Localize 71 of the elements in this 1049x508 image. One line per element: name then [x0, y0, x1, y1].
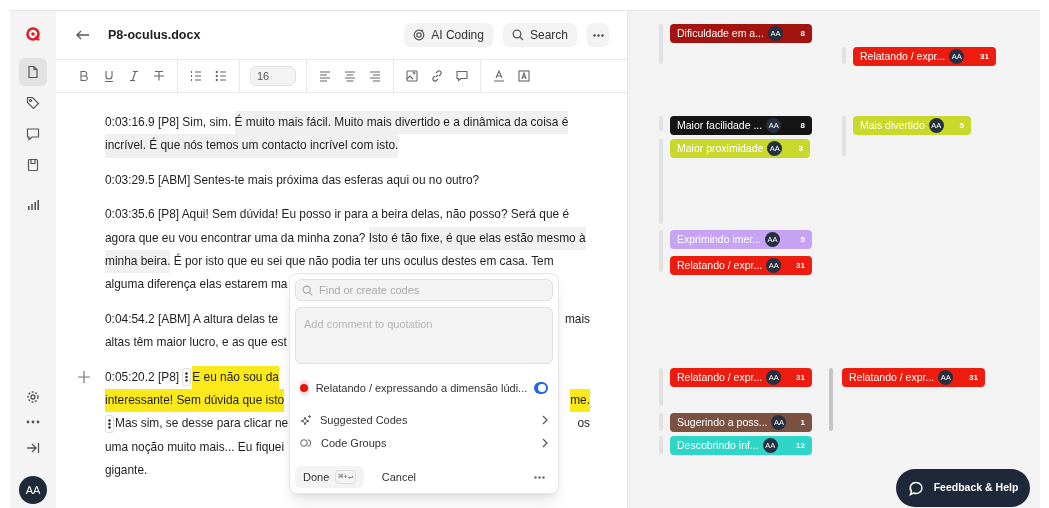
document-icon: [26, 65, 40, 79]
bold-icon[interactable]: [78, 70, 90, 82]
transcript-text: altas têm maior lucro, e as que est: [105, 334, 287, 352]
code-label: Relatando / expressando a dimensão lúdi...: [315, 380, 528, 396]
menu-item[interactable]: Code Groups: [295, 434, 553, 452]
bar-chart-icon: [26, 198, 40, 212]
menu-item[interactable]: Suggested Codes: [295, 411, 553, 429]
transcript-text: É por isto que eu sei que não podia ter uns oculus destes em casa. Tem: [172, 252, 554, 270]
transcript-text: É muito mais fácil. Muito mais divertido e a dinâmica da coisa é: [234, 111, 569, 135]
transcript-text: interessante! Sem dúvida que isto: [105, 388, 285, 413]
transcript-text: E eu não sou da: [192, 365, 279, 389]
transcript-text: 0:03:16.9 [P8] Sim, sim.: [105, 114, 233, 131]
link-icon[interactable]: [431, 70, 443, 82]
transcript-text: gigante.: [105, 462, 148, 480]
sparkle-icon: [300, 414, 312, 426]
transcript-text: 0:04:54.2 [ABM] A altura delas te: [105, 310, 279, 328]
transcript-text: alguma diferença elas estarem ma: [105, 276, 288, 294]
search-icon: [511, 29, 524, 41]
settings-icon[interactable]: [26, 390, 40, 404]
transcript-text: os: [577, 415, 590, 433]
transcript-text: 0:03:29.5 [ABM] Sentes-te mais próxima das esferas aqui ou no outro?: [105, 171, 480, 189]
image-icon[interactable]: [406, 70, 418, 82]
text-color-icon[interactable]: [493, 70, 505, 82]
chevron-right-icon: [542, 438, 548, 448]
more-button[interactable]: [587, 23, 609, 47]
transcript-text: Isto é tão fixe, é que elas estão mesmo à: [368, 226, 586, 250]
transcript-text: me.: [570, 388, 590, 413]
chat-bubble-icon: [907, 480, 924, 496]
tag-icon: [26, 96, 40, 110]
add-icon[interactable]: [78, 370, 90, 383]
drag-handle[interactable]: [105, 415, 114, 433]
user-avatar[interactable]: AA: [19, 476, 47, 504]
comment-field[interactable]: Add comment to quotation: [295, 307, 553, 364]
toolbar-button[interactable]: AI Coding: [404, 23, 493, 47]
underline-icon[interactable]: [103, 70, 115, 82]
logo-icon[interactable]: [25, 26, 41, 42]
comment-icon[interactable]: [456, 70, 468, 82]
transcript-text: agora que eu vou encontrar uma da minha zona?: [105, 229, 367, 247]
search-icon: [302, 284, 313, 296]
transcript-text: 0:05:20.2 [P8]: [105, 368, 181, 386]
document-title: P8-oculus.docx: [108, 26, 201, 44]
transcript-text: uma noção muito mais... Eu fiquei: [105, 438, 285, 456]
code-groups-icon: [300, 438, 313, 448]
code-toggle[interactable]: [534, 382, 548, 394]
code-search-field[interactable]: Find or create codes: [295, 279, 553, 301]
transcript-text: 0:03:35.6 [P8] Aqui! Sem dúvida! Eu posso ir para a beira delas, não posso? Será que é: [105, 206, 570, 224]
cancel-button[interactable]: Cancel: [371, 468, 426, 486]
transcript-text: minha beira.: [105, 249, 171, 274]
numbered-list-icon[interactable]: [190, 70, 202, 82]
text-highlight-icon[interactable]: [518, 70, 530, 82]
done-button[interactable]: Done ⌘+↵: [295, 466, 364, 488]
transcript-text: incrível. É que nós temos um contacto incrível com isto.: [105, 134, 399, 158]
ai-coding-icon: [413, 29, 426, 41]
bulleted-list-icon[interactable]: [215, 70, 227, 82]
comment-icon: [26, 127, 40, 141]
transcript-text: mais: [564, 310, 590, 328]
chevron-right-icon: [542, 415, 548, 425]
strikethrough-icon[interactable]: [153, 70, 165, 82]
memo-icon: [26, 158, 40, 172]
more-icon[interactable]: [534, 475, 545, 479]
collapse-icon[interactable]: [26, 442, 40, 454]
toolbar-button[interactable]: Search: [502, 23, 577, 47]
italic-icon[interactable]: [128, 70, 140, 82]
more-icon: [592, 33, 604, 37]
sidebar-nav-item[interactable]: [19, 58, 47, 86]
transcript-text: Mas sim, se desse para clicar ne: [115, 415, 289, 433]
feedback-button[interactable]: Feedback & Help: [896, 469, 1030, 507]
more-icon[interactable]: [26, 420, 40, 424]
font-size-field[interactable]: 16: [250, 66, 296, 86]
back-arrow-icon[interactable]: [76, 30, 90, 40]
drag-handle[interactable]: [182, 368, 192, 387]
